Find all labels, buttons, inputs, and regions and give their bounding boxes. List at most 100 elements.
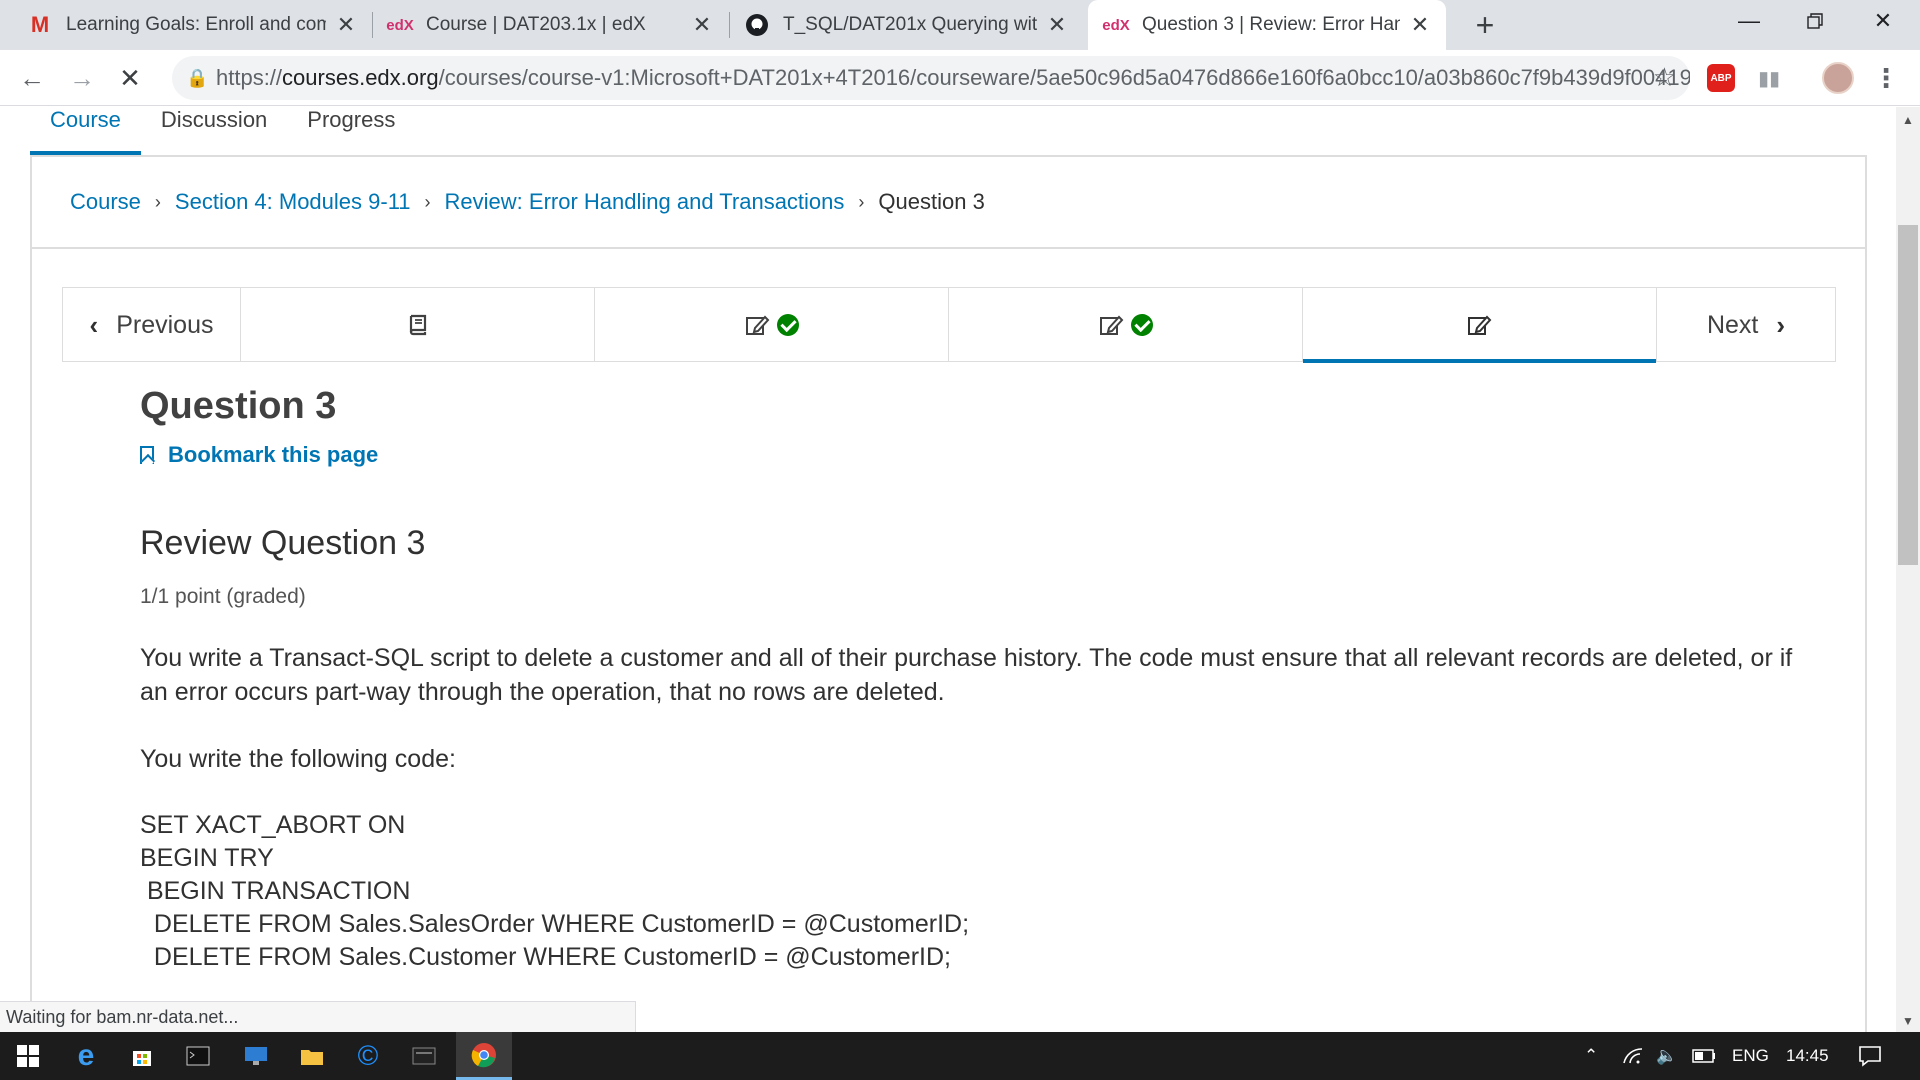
- code-line: DELETE FROM Sales.SalesOrder WHERE Custo…: [140, 910, 970, 938]
- chevron-right-icon: ›: [154, 191, 161, 212]
- chevron-right-icon: ›: [858, 191, 865, 212]
- bookmark-label: Bookmark this page: [168, 442, 379, 467]
- tab-separator: [372, 12, 373, 38]
- previous-button[interactable]: ‹ Previous: [63, 288, 241, 362]
- next-button[interactable]: Next ›: [1657, 288, 1835, 362]
- book-icon: [409, 314, 426, 336]
- unit-tab-4[interactable]: [1303, 288, 1657, 363]
- url-path: /courses/course-v1:Microsoft+DAT201x+4T2…: [438, 65, 1690, 90]
- close-tab-icon[interactable]: ✕: [1045, 12, 1069, 38]
- tab-title: Course | DAT203.1x | edX: [426, 14, 646, 35]
- windows-taskbar: e © ⌃ 🔈 ENG 14:45: [0, 1032, 1920, 1080]
- scrollbar-thumb[interactable]: [1898, 225, 1918, 565]
- edx-icon: edX: [386, 16, 414, 34]
- browser-tab-course-dat203[interactable]: edX Course | DAT203.1x | edX ✕: [374, 0, 728, 50]
- edx-icon: edX: [1102, 16, 1130, 34]
- unit-tab-3[interactable]: [949, 288, 1303, 362]
- profile-avatar[interactable]: [1822, 62, 1854, 94]
- file-explorer-icon[interactable]: [284, 1032, 340, 1080]
- minimize-button[interactable]: —: [1716, 0, 1782, 42]
- browser-tab-github[interactable]: T_SQL/DAT201x Querying with Tr ✕: [731, 0, 1083, 50]
- problem-points: 1/1 point (graded): [140, 585, 306, 608]
- sql-tool-icon[interactable]: [396, 1032, 452, 1080]
- gmail-icon: M: [30, 12, 50, 37]
- close-tab-icon[interactable]: ✕: [690, 12, 714, 38]
- chrome-icon[interactable]: [456, 1032, 512, 1080]
- problem-paragraph: You write the following code:: [140, 745, 456, 773]
- stop-loading-button[interactable]: ✕: [112, 60, 148, 96]
- remote-desktop-icon[interactable]: [228, 1032, 284, 1080]
- tab-course[interactable]: Course: [30, 107, 141, 155]
- code-line: BEGIN TRY: [140, 844, 274, 872]
- browser-toolbar: ← → ✕ 🔒 https:// courses.edx.org /course…: [0, 50, 1920, 106]
- volume-icon[interactable]: 🔈: [1656, 1032, 1677, 1080]
- tab-title: Question 3 | Review: Error Handli: [1142, 14, 1400, 35]
- store-icon[interactable]: [114, 1032, 170, 1080]
- windows-start-icon[interactable]: [0, 1032, 56, 1080]
- lock-icon: 🔒: [186, 67, 209, 88]
- close-tab-icon[interactable]: ✕: [334, 12, 358, 38]
- problem-text: You write a Transact-SQL script to delet…: [140, 641, 1800, 776]
- bookmark-icon: [140, 446, 154, 464]
- wifi-icon[interactable]: [1622, 1032, 1644, 1080]
- course-tabs: Course Discussion Progress: [30, 107, 415, 155]
- page-scrollbar[interactable]: ▲ ▼: [1896, 107, 1920, 1032]
- url-host: courses.edx.org: [282, 65, 439, 90]
- chevron-left-icon: ‹: [89, 309, 99, 340]
- breadcrumb-current: Question 3: [878, 189, 985, 214]
- tab-title: Learning Goals: Enroll and compl: [66, 14, 326, 35]
- browser-tab-strip: M Learning Goals: Enroll and compl ✕ edX…: [0, 0, 1920, 50]
- sequence-navigation: ‹ Previous Next ›: [62, 287, 1836, 363]
- browser-menu-icon[interactable]: ⋮: [1872, 62, 1900, 94]
- terminal-icon[interactable]: [170, 1032, 226, 1080]
- scroll-down-arrow-icon[interactable]: ▼: [1902, 1014, 1914, 1028]
- adblock-plus-icon[interactable]: ABP: [1707, 64, 1735, 92]
- unit-tab-2[interactable]: [595, 288, 949, 362]
- tab-progress[interactable]: Progress: [287, 107, 415, 155]
- address-bar[interactable]: 🔒 https:// courses.edx.org /courses/cour…: [172, 56, 1690, 100]
- breadcrumb-section-link[interactable]: Section 4: Modules 9-11: [175, 189, 411, 215]
- status-bubble: Waiting for bam.nr-data.net...: [0, 1001, 636, 1033]
- tab-separator: [729, 12, 730, 38]
- ccleaner-icon[interactable]: ©: [340, 1032, 396, 1080]
- code-line: SET XACT_ABORT ON: [140, 811, 406, 839]
- tab-discussion[interactable]: Discussion: [141, 107, 287, 155]
- forward-button[interactable]: →: [64, 60, 100, 96]
- breadcrumb: Course › Section 4: Modules 9-11 › Revie…: [32, 155, 1865, 249]
- restore-button[interactable]: [1782, 0, 1848, 42]
- chevron-right-icon: ›: [424, 191, 431, 212]
- problem-title: Review Question 3: [140, 524, 426, 562]
- tab-title: T_SQL/DAT201x Querying with Tr: [783, 14, 1037, 35]
- courseware-container: Course › Section 4: Modules 9-11 › Revie…: [30, 155, 1867, 1032]
- breadcrumb-subsection-link[interactable]: Review: Error Handling and Transactions: [445, 189, 845, 215]
- input-language[interactable]: ENG: [1732, 1032, 1769, 1080]
- code-block: SET XACT_ABORT ON BEGIN TRY BEGIN TRANSA…: [140, 809, 1800, 974]
- back-button[interactable]: ←: [14, 60, 50, 96]
- new-tab-button[interactable]: +: [1466, 6, 1504, 44]
- close-tab-icon[interactable]: ✕: [1408, 12, 1432, 38]
- breadcrumb-course-link[interactable]: Course: [70, 189, 141, 215]
- bookmark-button[interactable]: Bookmark this page: [140, 442, 1800, 468]
- extension-icon[interactable]: ▮▮: [1754, 62, 1784, 94]
- checkmark-icon: [776, 314, 799, 336]
- unit-tab-1[interactable]: [241, 288, 595, 362]
- problem-paragraph: You write a Transact-SQL script to delet…: [140, 644, 1793, 706]
- browser-tab-gmail[interactable]: M Learning Goals: Enroll and compl ✕: [0, 0, 372, 50]
- notifications-icon[interactable]: [1858, 1032, 1882, 1080]
- unit-content: Question 3 Bookmark this page Review Que…: [140, 385, 1800, 974]
- battery-icon[interactable]: [1692, 1032, 1716, 1080]
- edge-browser-icon[interactable]: e: [58, 1032, 114, 1080]
- url-scheme: https://: [216, 65, 283, 90]
- edit-icon: [745, 315, 769, 335]
- browser-tab-question3[interactable]: edX Question 3 | Review: Error Handli ✕: [1088, 0, 1446, 50]
- page-title: Question 3: [140, 385, 337, 427]
- edit-icon: [1099, 315, 1123, 335]
- show-hidden-icons-icon[interactable]: ⌃: [1584, 1032, 1598, 1080]
- bookmark-star-icon[interactable]: ☆: [1653, 62, 1676, 93]
- scroll-up-arrow-icon[interactable]: ▲: [1902, 113, 1914, 127]
- clock[interactable]: 14:45: [1786, 1032, 1829, 1080]
- chevron-right-icon: ›: [1776, 309, 1786, 340]
- page-viewport: Course Discussion Progress Course › Sect…: [0, 107, 1896, 1032]
- next-label: Next: [1706, 310, 1759, 339]
- close-window-button[interactable]: ✕: [1850, 0, 1916, 42]
